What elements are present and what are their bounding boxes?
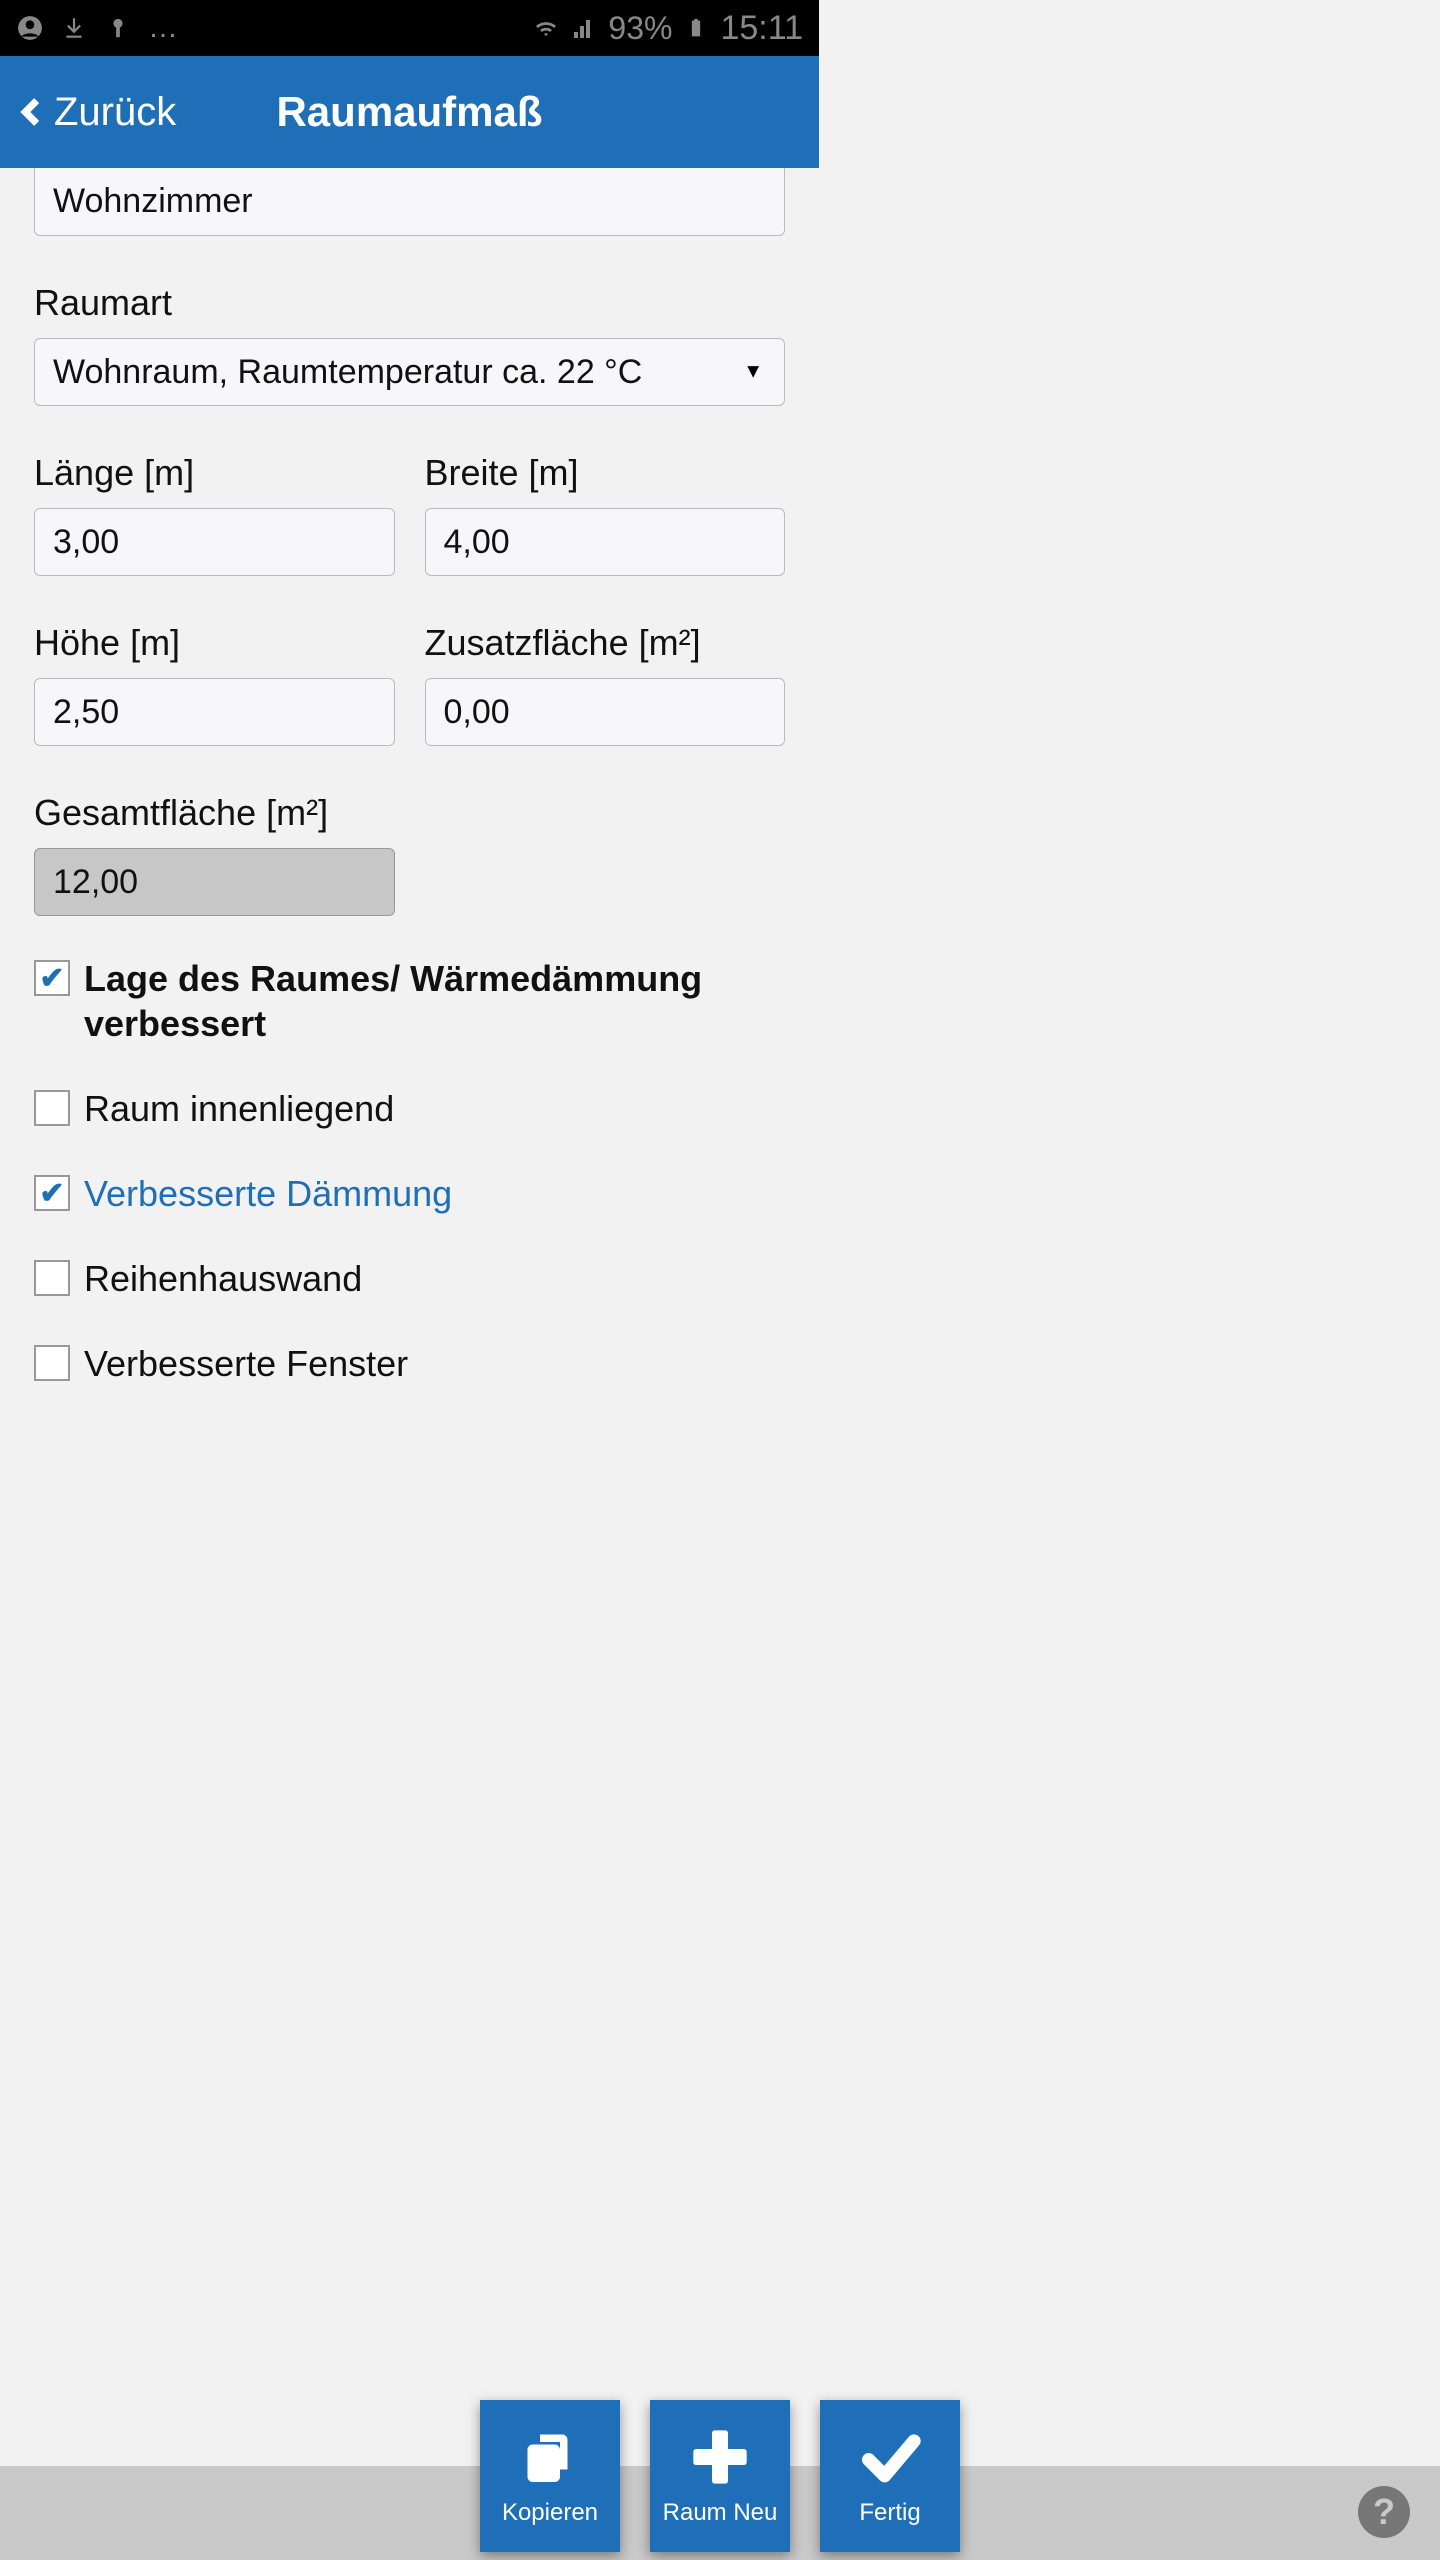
check-fenster-label: Verbesserte Fenster [84,1341,408,1386]
check-innen-label: Raum innenliegend [84,1086,394,1131]
new-room-button[interactable]: Raum Neu [650,2400,790,2552]
checkbox-daemm[interactable]: ✔ [34,1175,70,1211]
laenge-value: 3,00 [53,523,119,562]
check-reihe-label: Reihenhauswand [84,1256,362,1301]
check-lage[interactable]: ✔ Lage des Raumes/ Wärmedämmung verbesse… [34,956,785,1046]
hoehe-input[interactable]: 2,50 [34,678,395,746]
status-left: … [16,11,180,45]
download-icon [60,14,88,42]
check-fenster[interactable]: Verbesserte Fenster [34,1341,785,1386]
check-daemm[interactable]: ✔ Verbesserte Dämmung [34,1171,785,1216]
laenge-label: Länge [m] [34,452,395,494]
checkbox-innen[interactable] [34,1090,70,1126]
check-lage-label: Lage des Raumes/ Wärmedämmung verbessert [84,956,785,1046]
gesamt-input: 12,00 [34,848,395,916]
profile-icon [16,14,44,42]
status-bar: … 93% 15:11 [0,0,819,56]
check-innen[interactable]: Raum innenliegend [34,1086,785,1131]
laenge-input[interactable]: 3,00 [34,508,395,576]
app-header: Zurück Raumaufmaß [0,56,819,168]
zusatz-value: 0,00 [444,693,510,732]
chevron-down-icon: ▼ [743,361,763,384]
copy-icon [518,2425,582,2489]
hoehe-label: Höhe [m] [34,622,395,664]
raumart-select[interactable]: Wohnraum, Raumtemperatur ca. 22 °C [34,338,785,406]
checkbox-reihe[interactable] [34,1260,70,1296]
key-icon [104,14,132,42]
zusatz-input[interactable]: 0,00 [425,678,786,746]
raumart-label: Raumart [34,282,785,324]
wifi-icon [532,14,560,42]
content: Wohnzimmer Raumart Wohnraum, Raumtempera… [0,168,819,1456]
help-icon: ? [1373,2491,1395,2533]
status-right: 93% 15:11 [532,9,803,48]
check-icon [858,2425,922,2489]
gesamt-label: Gesamtfläche [m²] [34,792,395,834]
room-name-value: Wohnzimmer [53,182,253,221]
copy-button[interactable]: Kopieren [480,2400,620,2552]
plus-icon [688,2425,752,2489]
hoehe-value: 2,50 [53,693,119,732]
breite-value: 4,00 [444,523,510,562]
breite-input[interactable]: 4,00 [425,508,786,576]
chevron-left-icon [14,95,48,129]
zusatz-label: Zusatzfläche [m²] [425,622,786,664]
action-buttons: Kopieren Raum Neu Fertig [480,2400,960,2552]
battery-icon [682,14,710,42]
breite-label: Breite [m] [425,452,786,494]
room-name-input[interactable]: Wohnzimmer [34,168,785,236]
back-button[interactable]: Zurück [14,90,176,135]
signal-icon [570,14,598,42]
done-button[interactable]: Fertig [820,2400,960,2552]
new-room-label: Raum Neu [663,2499,778,2527]
copy-label: Kopieren [502,2499,598,2527]
more-icon: … [148,11,180,45]
check-reihe[interactable]: Reihenhauswand [34,1256,785,1301]
help-button[interactable]: ? [1358,2486,1410,2538]
checkbox-lage[interactable]: ✔ [34,960,70,996]
clock: 15:11 [720,9,803,48]
back-label: Zurück [54,90,176,135]
checkbox-fenster[interactable] [34,1345,70,1381]
done-label: Fertig [859,2499,920,2527]
battery-percent: 93% [608,10,672,47]
raumart-value: Wohnraum, Raumtemperatur ca. 22 °C [53,353,642,392]
gesamt-value: 12,00 [53,863,138,902]
check-daemm-label: Verbesserte Dämmung [84,1171,452,1216]
